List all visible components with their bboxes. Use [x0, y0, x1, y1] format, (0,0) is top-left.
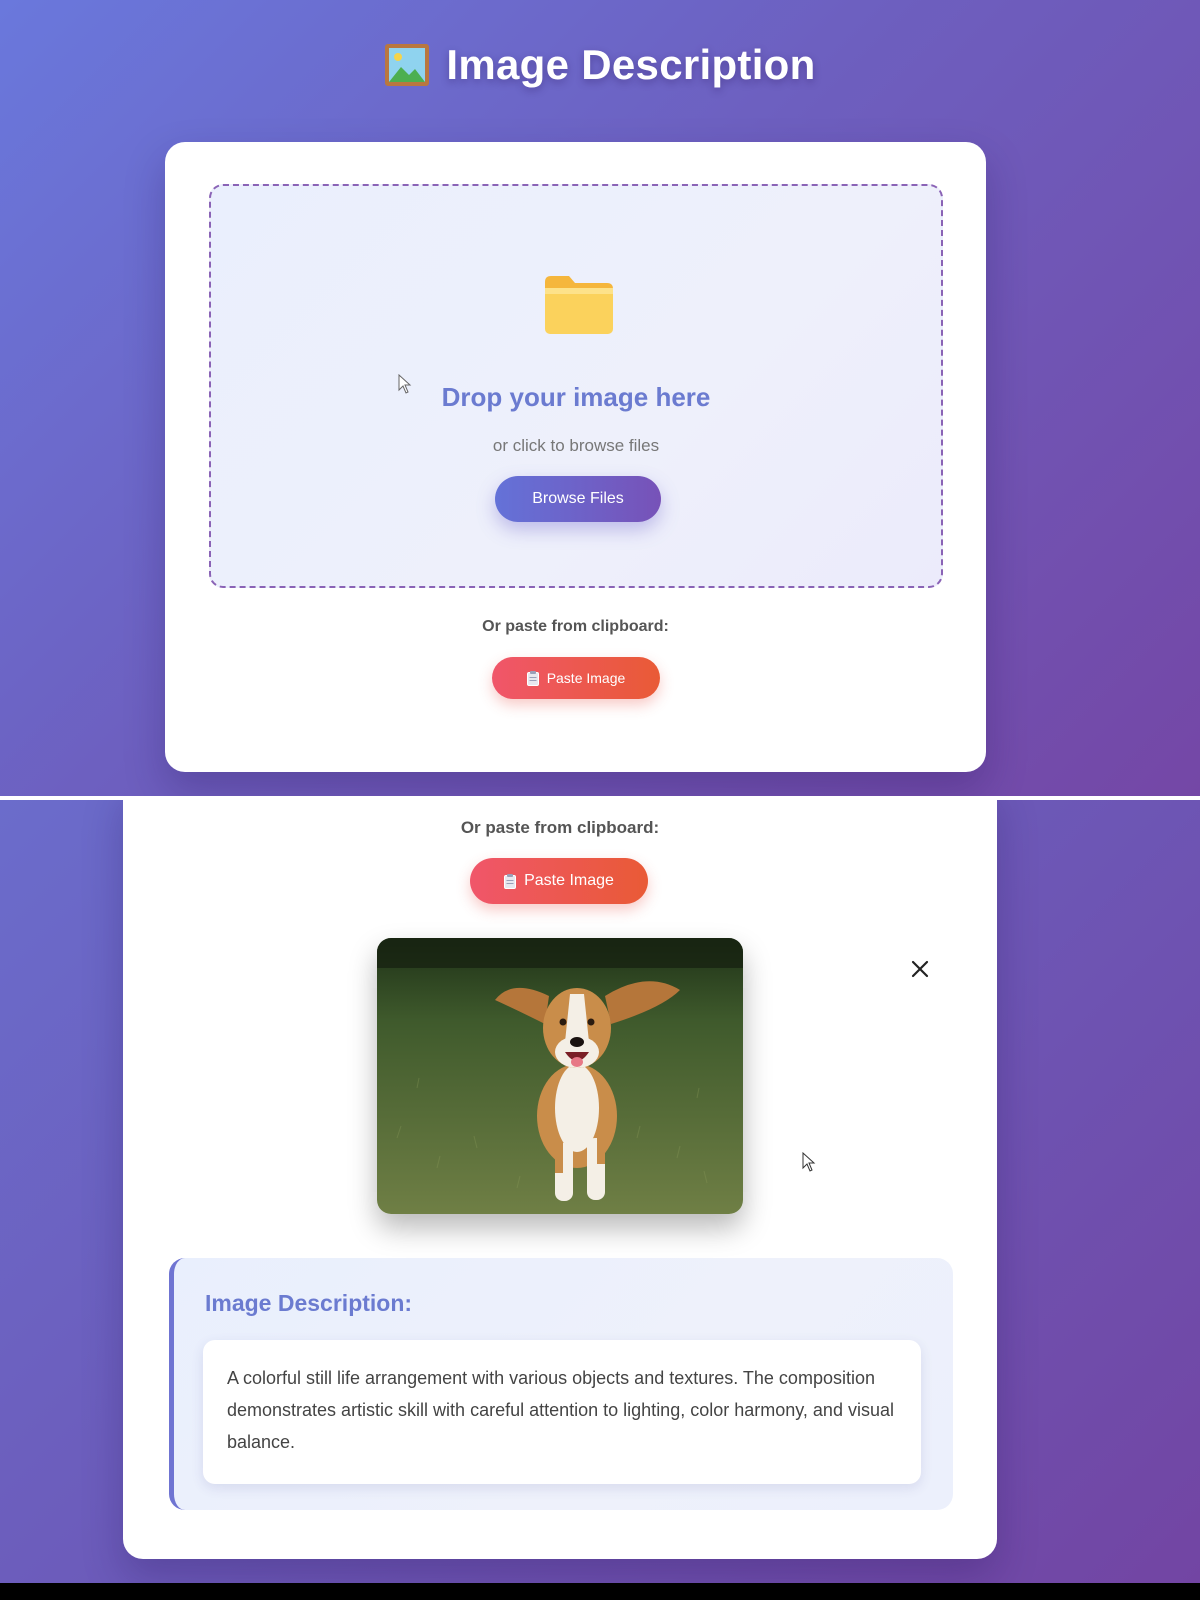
description-title: Image Description:	[205, 1290, 413, 1316]
browse-files-button[interactable]: Browse Files	[495, 476, 661, 522]
dropzone-title: Drop your image here	[441, 382, 711, 412]
bottom-edge	[0, 1583, 1200, 1600]
upload-card: Drop your image here or click to browse …	[165, 142, 986, 772]
paste-image-label: Paste Image	[546, 670, 626, 686]
paste-prompt: Or paste from clipboard:	[460, 818, 660, 837]
image-dropzone[interactable]: Drop your image here or click to browse …	[209, 184, 943, 588]
page-title-text: Image Description	[446, 41, 816, 88]
clipboard-icon	[526, 670, 539, 686]
description-text: A colorful still life arrangement with v…	[203, 1340, 921, 1484]
remove-image-button[interactable]	[907, 956, 933, 982]
mouse-cursor-icon	[802, 1152, 816, 1172]
page-title: Image Description	[0, 34, 1200, 96]
close-icon	[911, 960, 929, 978]
dog-photo	[377, 938, 743, 1214]
upload-screen: Image Description Drop your image here o…	[0, 0, 1200, 800]
result-card: Or paste from clipboard: Paste Image Ima…	[123, 800, 997, 1559]
clipboard-icon	[504, 873, 517, 889]
image-preview	[377, 938, 743, 1214]
description-panel: Image Description: A colorful still life…	[169, 1258, 953, 1510]
paste-image-button[interactable]: Paste Image	[492, 657, 660, 699]
dropzone-subtitle: or click to browse files	[492, 436, 660, 455]
mouse-cursor-icon	[398, 374, 412, 394]
folder-icon	[545, 276, 613, 334]
result-screen: Or paste from clipboard: Paste Image Ima…	[0, 800, 1200, 1583]
paste-image-button[interactable]: Paste Image	[470, 858, 648, 904]
paste-prompt: Or paste from clipboard:	[482, 618, 669, 635]
paste-image-label: Paste Image	[524, 872, 614, 889]
framed-picture-icon	[385, 44, 430, 86]
